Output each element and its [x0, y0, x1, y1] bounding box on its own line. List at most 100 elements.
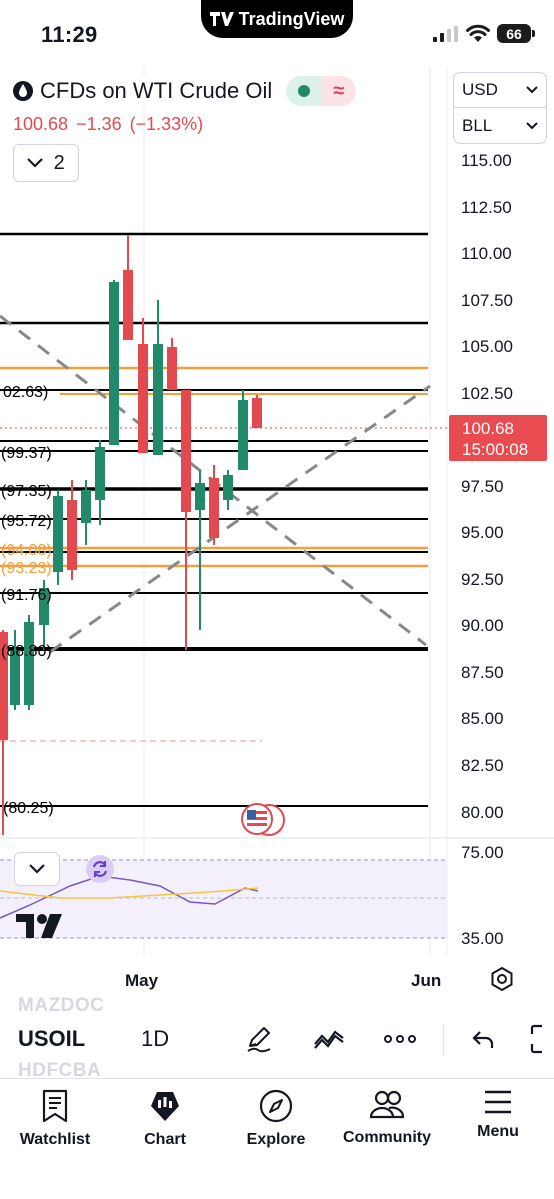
nav-label: Chart — [144, 1131, 186, 1148]
indicator-axis-label: 75.00 — [461, 843, 504, 862]
market-open-dot-icon — [297, 85, 310, 97]
candle-body — [223, 475, 233, 500]
chevron-down-icon — [27, 158, 43, 168]
price-label: 112.50 — [461, 198, 512, 217]
battery-indicator: 66 — [497, 24, 535, 43]
nav-community[interactable]: Community — [332, 1079, 442, 1159]
sync-icon[interactable] — [86, 855, 114, 883]
price-label: 87.50 — [461, 663, 504, 682]
indicators-icon[interactable] — [312, 1022, 346, 1056]
nav-explore[interactable]: Explore — [221, 1079, 331, 1159]
price-label: 85.00 — [461, 709, 504, 728]
price-chart[interactable]: 02.63) (99.37) (97.35) (95.72) (94.08) (… — [0, 66, 554, 996]
candle-body — [109, 282, 119, 445]
nav-label: Watchlist — [19, 1131, 91, 1148]
wifi-icon — [466, 24, 490, 42]
market-status[interactable]: ≈ — [286, 76, 357, 106]
chevron-down-icon — [526, 121, 538, 129]
current-price-value: 100.68 — [462, 419, 514, 438]
bottom-nav: Watchlist Chart Explore Community Menu — [0, 1078, 554, 1199]
market-open-badge[interactable] — [286, 76, 322, 106]
drop-icon — [13, 81, 33, 101]
price-label: 107.50 — [461, 291, 513, 310]
status-bar: 11:29 TradingView 66 — [0, 0, 554, 66]
candles — [0, 235, 262, 835]
indicator-pane-toggle[interactable] — [14, 852, 60, 886]
level-label-9: (80.25) — [3, 800, 54, 817]
candle-body — [167, 347, 177, 390]
community-icon — [369, 1090, 405, 1119]
candle-body — [195, 483, 205, 510]
candle-body — [81, 490, 91, 523]
tradingview-pill-icon — [209, 12, 234, 26]
current-price-tag: 100.68 15:00:08 — [449, 415, 547, 461]
candle-body — [138, 344, 148, 453]
level-label-6: (93.23) — [1, 560, 52, 577]
settings-icon[interactable] — [489, 966, 515, 992]
price-change-pct: (−1.33%) — [129, 114, 204, 134]
status-time: 11:29 — [41, 22, 98, 47]
price-label: 97.50 — [461, 477, 504, 496]
price-label: 95.00 — [461, 523, 504, 542]
quote-line: 100.68 −1.36 (−1.33%) — [13, 114, 203, 135]
indicators-collapse-button[interactable]: 2 — [13, 144, 79, 182]
last-price: 100.68 — [13, 114, 69, 134]
level-label-5: (94.08) — [1, 542, 52, 559]
watchlist-icon — [42, 1089, 68, 1123]
app-pill-label: TradingView — [238, 8, 345, 29]
nav-label: Community — [343, 1129, 431, 1146]
nav-watchlist[interactable]: Watchlist — [0, 1079, 110, 1159]
interval-button[interactable]: 1D — [141, 1026, 169, 1052]
app-pill: TradingView — [201, 0, 353, 38]
symbol-header[interactable]: CFDs on WTI Crude Oil ≈ — [12, 76, 357, 106]
ghost-symbol-top: MAZDOC — [18, 995, 105, 1016]
price-label: 80.00 — [461, 803, 504, 822]
chevron-down-icon — [29, 864, 45, 874]
price-label: 105.00 — [461, 337, 513, 356]
currency-select[interactable]: USD — [453, 72, 547, 108]
currency-value: USD — [462, 80, 498, 99]
chart-toolbar: USOIL 1D — [0, 1018, 554, 1060]
candle-body — [238, 400, 248, 470]
price-label: 92.50 — [461, 570, 504, 589]
undo-icon[interactable] — [466, 1022, 500, 1056]
symbol-name: CFDs on WTI Crude Oil — [40, 78, 273, 103]
pen-icon[interactable] — [242, 1022, 276, 1056]
indicator-axis-label: 35.00 — [461, 929, 504, 948]
indicator-count: 2 — [53, 151, 65, 174]
nav-chart[interactable]: Chart — [110, 1079, 220, 1159]
nav-menu[interactable]: Menu — [443, 1079, 553, 1159]
data-delay-badge[interactable]: ≈ — [321, 76, 357, 106]
price-label: 110.00 — [461, 244, 512, 263]
chart-canvas[interactable]: 02.63) (99.37) (97.35) (95.72) (94.08) (… — [0, 66, 554, 996]
flag-us-icon[interactable] — [241, 803, 285, 836]
explore-icon — [259, 1089, 293, 1123]
more-icon[interactable] — [383, 1022, 417, 1056]
unit-select[interactable]: BLL — [453, 108, 547, 144]
level-label-3: (97.35) — [1, 483, 52, 500]
candle-body — [24, 622, 34, 705]
candle-body — [181, 390, 191, 512]
cellular-signal-icon — [433, 26, 458, 42]
unit-value: BLL — [462, 115, 493, 135]
chart-icon — [151, 1092, 179, 1121]
level-label-1: 02.63) — [3, 384, 48, 401]
bar-countdown: 15:00:08 — [462, 440, 529, 459]
chevron-down-icon — [526, 86, 538, 94]
level-label-8: (88.80) — [1, 643, 52, 660]
candle-body — [67, 500, 77, 570]
price-label: 90.00 — [461, 616, 504, 635]
symbol-button[interactable]: USOIL — [18, 1026, 85, 1052]
candle-body — [153, 344, 163, 455]
nav-label: Menu — [477, 1123, 519, 1140]
time-label-jun: Jun — [411, 971, 441, 990]
candle-body — [252, 398, 262, 428]
menu-icon — [485, 1090, 511, 1114]
fullscreen-icon[interactable] — [530, 1022, 554, 1056]
candle-body — [95, 447, 105, 500]
level-label-7: (91.76) — [1, 587, 52, 604]
tradingview-logo — [16, 914, 62, 938]
level-label-4: (95.72) — [1, 513, 52, 530]
time-label-may: May — [125, 971, 159, 990]
price-label: 82.50 — [461, 756, 504, 775]
